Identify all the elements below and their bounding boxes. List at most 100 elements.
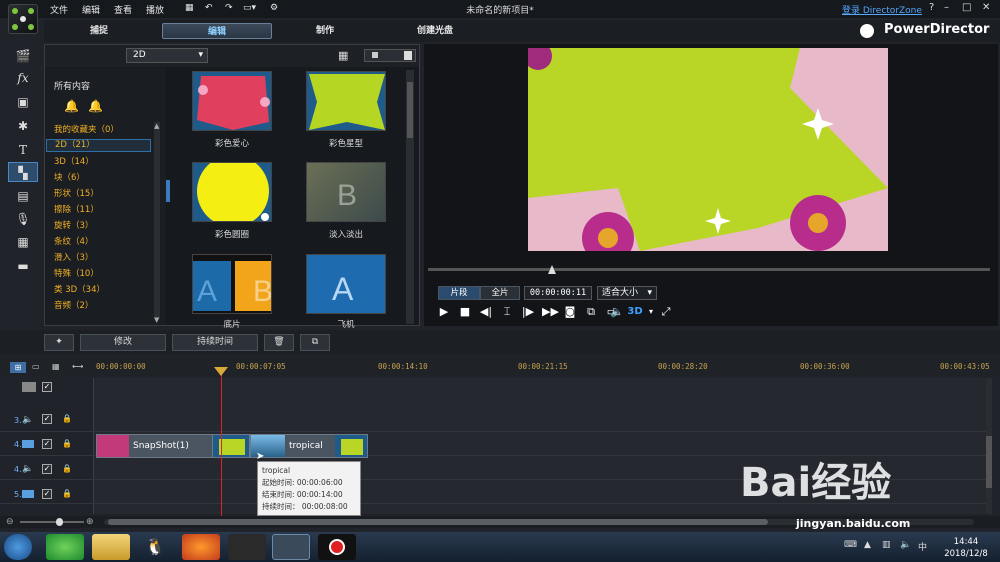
next-frame-icon[interactable]: |▶ bbox=[521, 305, 535, 319]
timecode-display[interactable]: 00:00:00:11 bbox=[524, 286, 592, 300]
taskbar-app-powerdirector[interactable] bbox=[272, 534, 310, 560]
timeline-view-icon[interactable]: ⊞ bbox=[10, 362, 26, 373]
tab-create-disc[interactable]: 创建光盘 bbox=[380, 23, 490, 39]
thumbnail-fade[interactable]: B bbox=[306, 162, 386, 222]
undock-icon[interactable]: ⤢ bbox=[659, 305, 673, 319]
network-tray-icon[interactable]: ▥ bbox=[882, 540, 891, 550]
clip-mode-button[interactable]: 片段 bbox=[438, 286, 480, 300]
audio-mixing-room-icon[interactable]: ▤ bbox=[8, 186, 38, 206]
track-checkbox[interactable]: ✓ bbox=[42, 489, 52, 499]
split-icon[interactable]: ⌶ bbox=[500, 305, 514, 319]
tab-capture[interactable]: 捕捉 bbox=[44, 23, 154, 39]
stop-icon[interactable]: ■ bbox=[458, 305, 472, 319]
track-checkbox[interactable]: ✓ bbox=[42, 439, 52, 449]
media-room-icon[interactable]: 🎬 bbox=[8, 46, 38, 66]
fx-room-icon[interactable]: fx bbox=[8, 68, 38, 88]
previous-frame-icon[interactable]: ◀| bbox=[479, 305, 493, 319]
title-room-icon[interactable]: T bbox=[8, 140, 38, 160]
tab-produce[interactable]: 制作 bbox=[270, 23, 380, 39]
category-item[interactable]: 形状（15） bbox=[54, 187, 99, 199]
track-manager-icon[interactable]: ▦ bbox=[52, 362, 66, 373]
dock-preview-icon[interactable]: ⧉ bbox=[584, 305, 598, 319]
magic-tools-icon[interactable]: ✦ bbox=[44, 334, 74, 351]
taskbar-app-recorder[interactable] bbox=[318, 534, 356, 560]
thumbnail-colorful-star[interactable] bbox=[306, 71, 386, 131]
particle-room-icon[interactable]: ✱ bbox=[8, 116, 38, 136]
apply-to-all-icon[interactable]: ⧉ bbox=[300, 334, 330, 351]
zoom-slider[interactable] bbox=[20, 521, 84, 523]
category-item[interactable]: 条纹（4） bbox=[54, 235, 93, 247]
thumbnail-scroll-thumb[interactable] bbox=[407, 82, 413, 138]
fast-forward-icon[interactable]: ▶▶ bbox=[542, 305, 559, 319]
volume-tray-icon[interactable]: 🔈 bbox=[900, 540, 911, 550]
zoom-out-icon[interactable]: ⊖ bbox=[6, 517, 14, 527]
volume-icon[interactable]: 🔈 bbox=[610, 305, 624, 319]
thumbnail-colorful-circle[interactable] bbox=[192, 162, 272, 222]
lock-icon[interactable]: 🔒 bbox=[62, 464, 72, 474]
all-content-label[interactable]: 所有内容 bbox=[54, 79, 90, 92]
pip-room-icon[interactable]: ▣ bbox=[8, 92, 38, 112]
taskbar-app-explorer[interactable] bbox=[92, 534, 130, 560]
taskbar-app-qq-icon[interactable]: 🐧 bbox=[136, 534, 174, 560]
thumbnail-colorful-heart[interactable] bbox=[192, 71, 272, 131]
tray-expand-icon[interactable]: ▲ bbox=[864, 540, 871, 550]
track-scroll-thumb[interactable] bbox=[986, 436, 992, 488]
system-clock[interactable]: 14:44 2018/12/8 bbox=[938, 536, 994, 560]
category-item[interactable]: 2D（21） bbox=[46, 139, 151, 152]
fit-size-select[interactable]: 适合大小 ▾ bbox=[597, 286, 657, 300]
help-button[interactable]: ? bbox=[929, 2, 934, 13]
duration-button[interactable]: 持续时间 bbox=[172, 334, 258, 351]
scroll-down-icon[interactable]: ▼ bbox=[154, 316, 159, 324]
playhead-line[interactable] bbox=[221, 370, 222, 516]
category-item[interactable]: 特殊（10） bbox=[54, 267, 99, 279]
maximize-button[interactable]: □ bbox=[962, 2, 971, 13]
timeline-hscroll-thumb[interactable] bbox=[108, 519, 768, 525]
thumbnail-airplane[interactable]: A bbox=[306, 254, 386, 314]
category-item[interactable]: 块（6） bbox=[54, 171, 85, 183]
thumbnail-film[interactable]: AB bbox=[192, 254, 272, 314]
zoom-in-icon[interactable]: ⊕ bbox=[86, 517, 94, 527]
category-item[interactable]: 我的收藏夹（0） bbox=[54, 123, 119, 135]
category-item[interactable]: 音频（2） bbox=[54, 299, 93, 311]
taskbar-app-360[interactable] bbox=[46, 534, 84, 560]
close-button[interactable]: ✕ bbox=[982, 2, 990, 13]
lock-icon[interactable]: 🔒 bbox=[62, 489, 72, 499]
start-button[interactable] bbox=[4, 534, 32, 560]
fit-timeline-icon[interactable]: ⟷ bbox=[72, 362, 86, 373]
lock-icon[interactable]: 🔒 bbox=[62, 414, 72, 424]
category-item[interactable]: 擦除（11） bbox=[54, 203, 99, 215]
category-item[interactable]: 滑入（3） bbox=[54, 251, 93, 263]
all-tracks-checkbox[interactable]: ✓ bbox=[42, 382, 52, 392]
category-dropdown[interactable]: 2D ▾ bbox=[126, 48, 208, 63]
taskbar-app-firefox[interactable] bbox=[182, 534, 220, 560]
tab-edit[interactable]: 编辑 bbox=[162, 23, 272, 39]
minimize-button[interactable]: – bbox=[944, 2, 949, 13]
subtitle-room-icon[interactable]: ▬ bbox=[8, 256, 38, 276]
directorzone-signin-link[interactable]: 登录 DirectorZone bbox=[842, 3, 922, 16]
ime-tray-icon[interactable]: 中 bbox=[918, 540, 927, 553]
delete-trash-icon[interactable]: 🗑 bbox=[264, 334, 294, 351]
category-item[interactable]: 类 3D（34） bbox=[54, 283, 105, 295]
slider-knob[interactable] bbox=[404, 51, 412, 60]
scroll-up-icon[interactable]: ▲ bbox=[154, 122, 159, 130]
category-scrollbar[interactable] bbox=[154, 122, 160, 318]
play-icon[interactable]: ▶ bbox=[437, 305, 451, 319]
lock-icon[interactable]: 🔒 bbox=[62, 439, 72, 449]
category-item[interactable]: 旋转（3） bbox=[54, 219, 93, 231]
chevron-down-icon[interactable]: ▾ bbox=[644, 305, 658, 319]
track-checkbox[interactable]: ✓ bbox=[42, 414, 52, 424]
storyboard-view-icon[interactable]: ▭ bbox=[32, 362, 46, 373]
voiceover-mic-icon[interactable]: 🎙 bbox=[8, 209, 38, 229]
keyboard-tray-icon[interactable]: ⌨ bbox=[844, 540, 857, 550]
transition-room-icon[interactable]: ▚ bbox=[8, 162, 38, 182]
transition-block[interactable] bbox=[212, 434, 250, 458]
taskbar-app-player[interactable] bbox=[228, 534, 266, 560]
track-checkbox[interactable]: ✓ bbox=[42, 464, 52, 474]
chapter-room-icon[interactable]: ▦ bbox=[8, 232, 38, 252]
grid-view-icon[interactable]: ▦ bbox=[338, 49, 352, 62]
category-item[interactable]: 3D（14） bbox=[54, 155, 94, 167]
remove-tag-icon[interactable]: 🔔 bbox=[88, 99, 103, 113]
preview-scrub-bar[interactable] bbox=[428, 268, 990, 271]
3d-mode-button[interactable]: 3D bbox=[626, 305, 644, 319]
timeline-clip-tropical[interactable]: tropical bbox=[250, 434, 368, 458]
